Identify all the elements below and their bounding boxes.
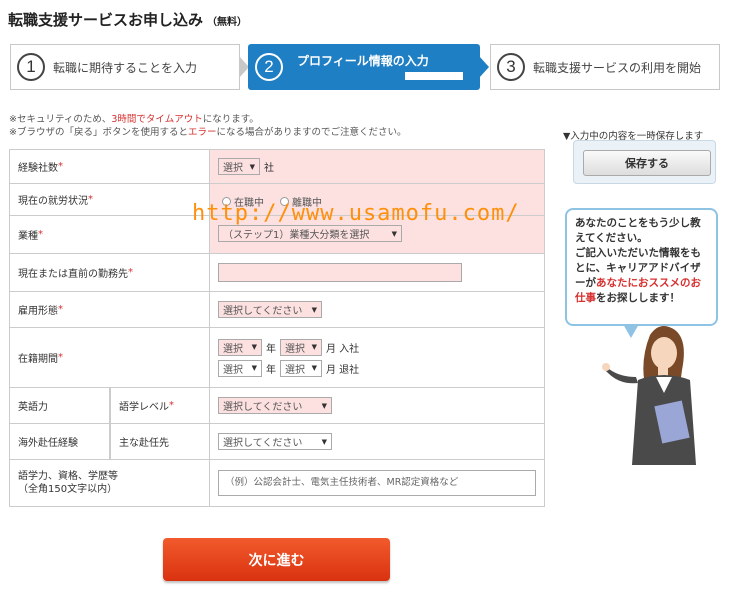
field-period: 選択 ▼ 年 選択 ▼ 月 入社 選択 ▼ 年 選択 ▼ 月 退社 [210, 328, 544, 387]
step-label: 転職に期待することを入力 [53, 60, 198, 75]
label-language-level: 語学レベル * [110, 388, 210, 423]
row-employment: 雇用形態 * 選択してください ▼ [10, 292, 544, 328]
save-button[interactable]: 保存する [583, 150, 711, 176]
company-input[interactable] [218, 263, 462, 282]
step-3: 3 転職支援サービスの利用を開始 [490, 44, 720, 90]
step-number: 2 [255, 53, 283, 81]
label-industry: 業種 * [10, 216, 210, 253]
step-progress-bar [297, 72, 463, 80]
step-progress: 1 転職に期待することを入力 2 プロフィール情報の入力 3 転職支援サービスの… [10, 44, 720, 90]
label-experience: 経験社数 * [10, 150, 210, 183]
step-2-current: 2 プロフィール情報の入力 [248, 44, 480, 90]
field-experience: 選択 ▼ 社 [210, 150, 544, 183]
notice-text: ※セキュリティのため、3時間でタイムアウトになります。 ※ブラウザの「戻る」ボタ… [9, 114, 407, 138]
leave-month-select[interactable]: 選択 ▼ [280, 359, 322, 377]
step-arrow-icon [479, 56, 489, 78]
row-company: 現在または直前の勤務先 * [10, 254, 544, 292]
step-label: プロフィール情報の入力 [297, 54, 429, 68]
employment-select[interactable]: 選択してください ▼ [218, 301, 322, 318]
label-period: 在籍期間 * [10, 328, 210, 387]
field-skills: （例）公認会計士、電気主任技術者、MR認定資格など [210, 460, 544, 506]
step-number: 1 [17, 53, 45, 81]
row-overseas: 海外赴任経験 主な赴任先 選択してください ▼ [10, 424, 544, 460]
field-english: 選択してください ▼ [210, 388, 544, 423]
save-panel: 保存する [573, 140, 716, 184]
label-status: 現在の就労状況 * [10, 184, 210, 215]
month-join-label: 月 入社 [326, 343, 360, 355]
year-label: 年 [266, 364, 276, 376]
row-skills: 語学力、資格、学歴等 （全角150文字以内） （例）公認会計士、電気主任技術者、M… [10, 460, 544, 506]
advisor-speech-bubble: あなたのことをもう少し教 えてください。 ご記入いただいた情報をも とに、キャリ… [565, 208, 718, 338]
field-company [210, 254, 544, 291]
label-destination: 主な赴任先 [110, 424, 210, 459]
watermark-text: http://www.usamofu.com/ [192, 201, 520, 226]
join-year-select[interactable]: 選択 ▼ [218, 338, 262, 356]
step-number: 3 [497, 53, 525, 81]
row-experience: 経験社数 * 選択 ▼ 社 [10, 150, 544, 184]
label-english: 英語力 [10, 388, 110, 423]
step-1: 1 転職に期待することを入力 [10, 44, 240, 90]
year-label: 年 [266, 343, 276, 355]
leave-year-select[interactable]: 選択 ▼ [218, 359, 262, 377]
label-company: 現在または直前の勤務先 * [10, 254, 210, 291]
field-employment: 選択してください ▼ [210, 292, 544, 327]
advisor-illustration-icon [602, 326, 696, 465]
page-title: 転職支援サービスお申し込み （無料） [8, 11, 248, 29]
row-period: 在籍期間 * 選択 ▼ 年 選択 ▼ 月 入社 選択 ▼ 年 選択 ▼ 月 退社 [10, 328, 544, 388]
label-skills: 語学力、資格、学歴等 （全角150文字以内） [10, 460, 210, 506]
label-employment: 雇用形態 * [10, 292, 210, 327]
skills-textarea[interactable]: （例）公認会計士、電気主任技術者、MR認定資格など [218, 470, 536, 496]
field-overseas: 選択してください ▼ [210, 424, 544, 459]
step-label: 転職支援サービスの利用を開始 [533, 60, 702, 75]
month-leave-label: 月 退社 [326, 364, 360, 376]
unit-label: 社 [264, 163, 274, 174]
next-button[interactable]: 次に進む [163, 538, 390, 581]
label-overseas: 海外赴任経験 [10, 424, 110, 459]
experience-select[interactable]: 選択 ▼ [218, 158, 260, 175]
join-month-select[interactable]: 選択 ▼ [280, 338, 322, 356]
industry-select[interactable]: （ステップ1）業種大分類を選択 ▼ [218, 225, 402, 242]
destination-select[interactable]: 選択してください ▼ [218, 433, 332, 450]
row-english: 英語力 語学レベル * 選択してください ▼ [10, 388, 544, 424]
language-level-select[interactable]: 選択してください ▼ [218, 397, 332, 414]
